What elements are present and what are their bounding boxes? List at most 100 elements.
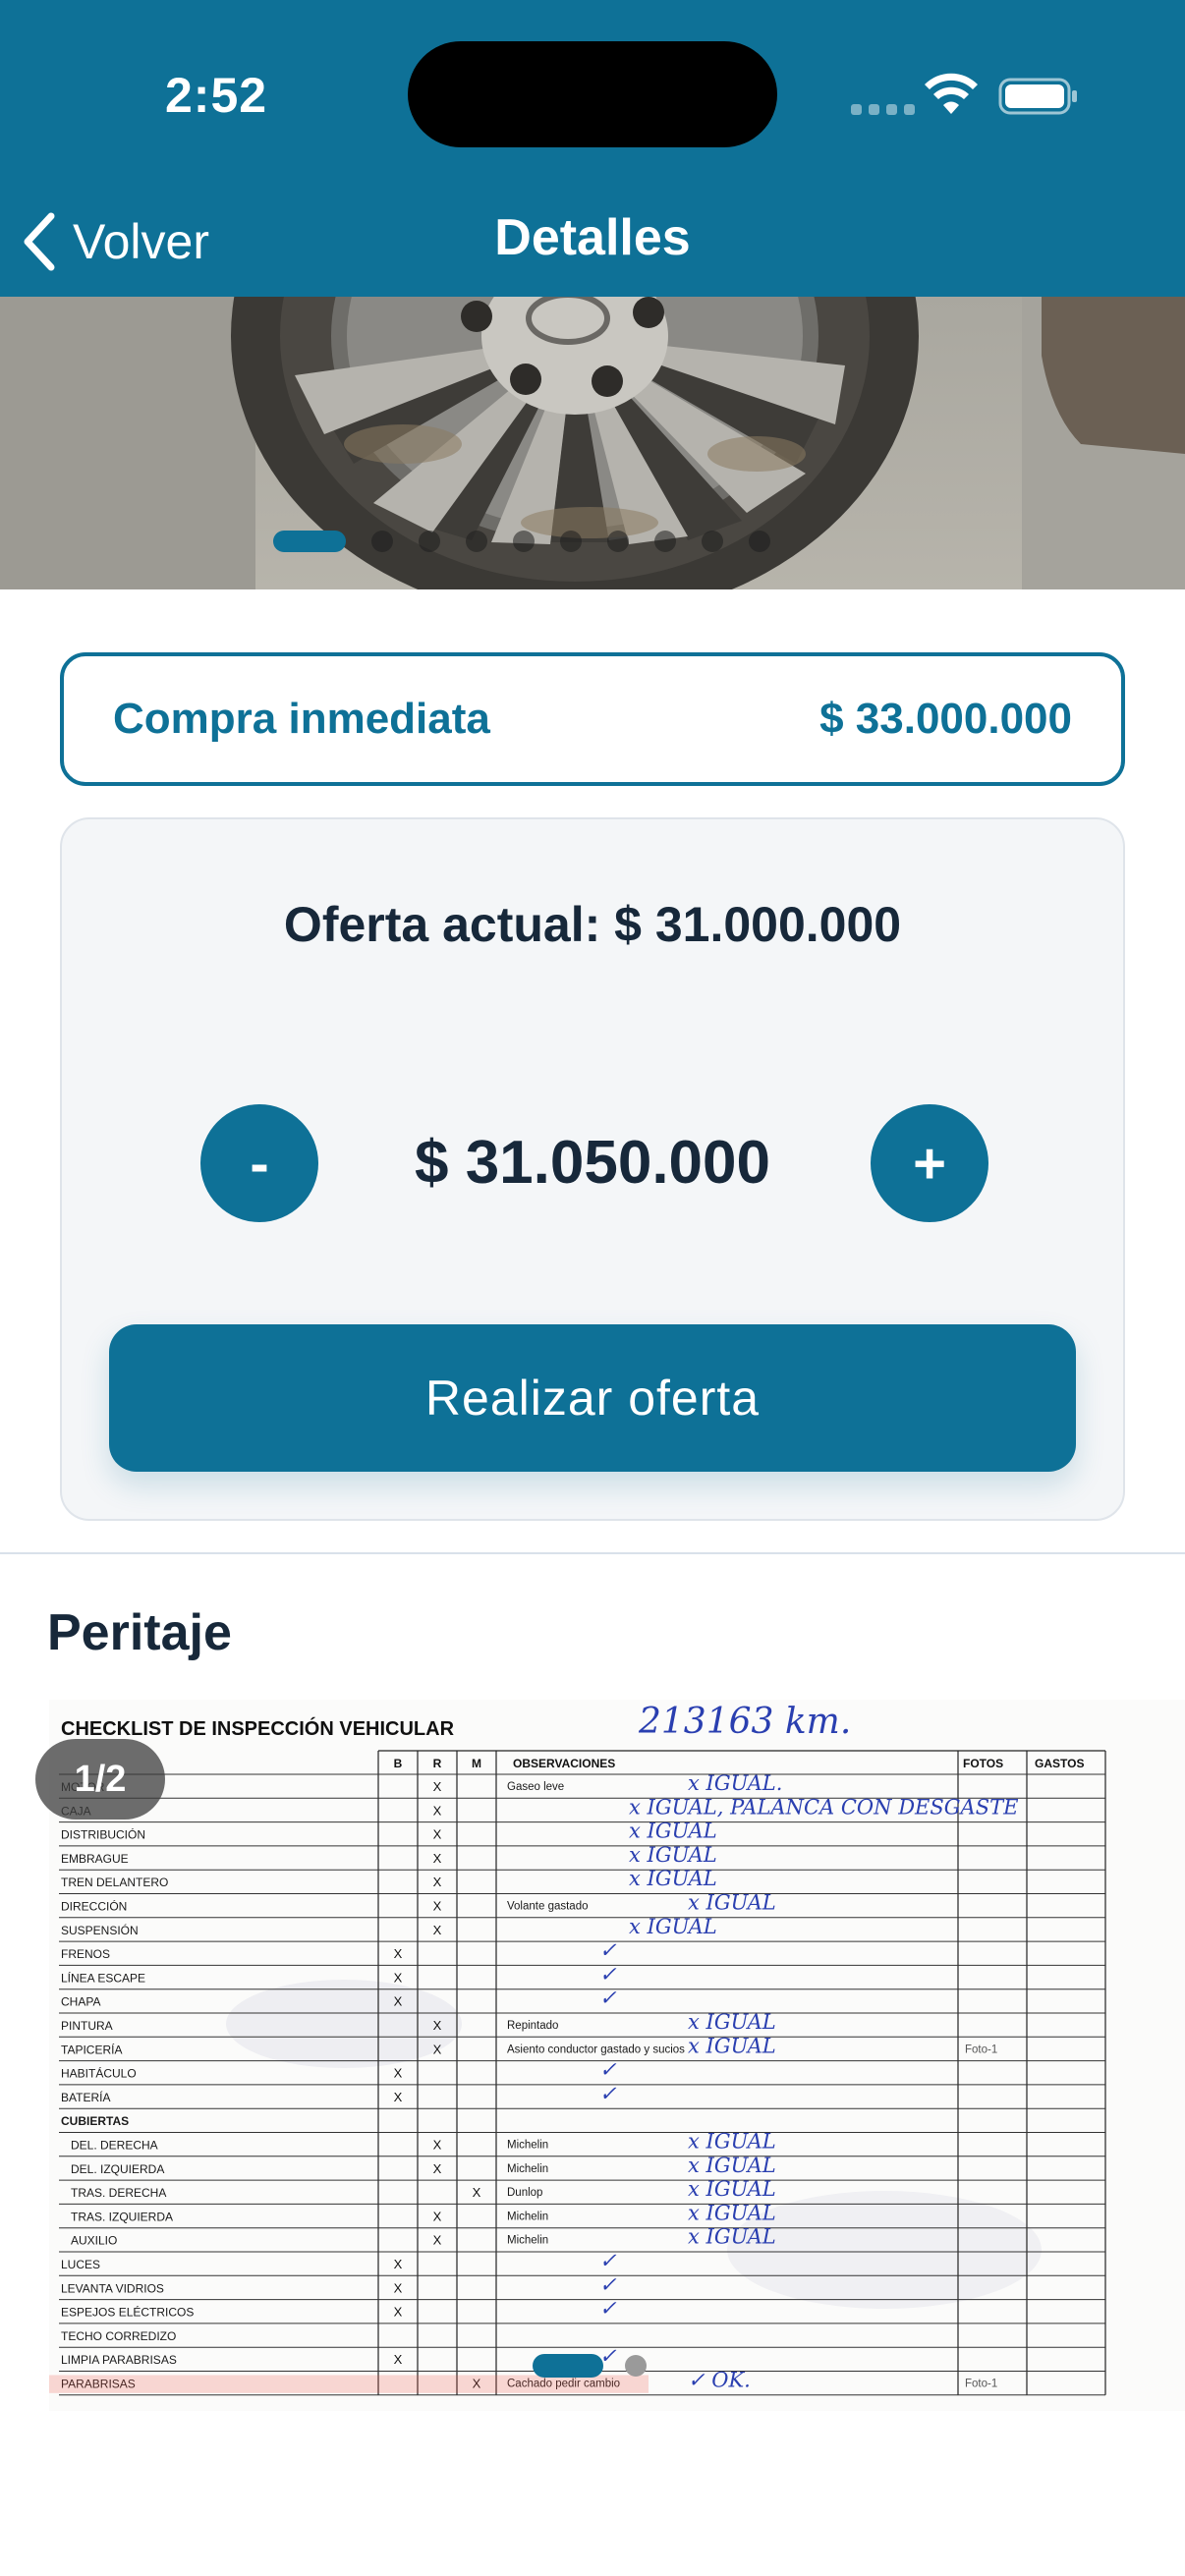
photo-carousel-indicator [273,531,770,552]
table-row-mark: X [394,2280,403,2295]
buy-now-button[interactable]: Compra inmediata $ 33.000.000 [60,652,1125,786]
table-row-mark: X [394,2090,403,2104]
table-row-item: FRENOS [61,1947,110,1961]
table-row-handwriting: ✓ [599,2082,617,2105]
peritaje-title: Peritaje [47,1604,232,1661]
carousel-dot[interactable] [560,531,582,552]
table-row-mark: X [433,1923,442,1937]
table-row-handwriting: x IGUAL [629,1820,717,1843]
table-row-mark: X [433,2233,442,2248]
table-row-observation: Dunlop [507,2187,542,2199]
table-row-item: CUBIERTAS [61,2114,129,2128]
table-row-handwriting: x IGUAL [688,2154,776,2177]
table-row-handwriting: ✓ [599,1962,617,1986]
table-row-handwriting: ✓ [599,2272,617,2296]
table-row-item: LEVANTA VIDRIOS [61,2281,164,2295]
page-title: Detalles [494,209,691,266]
table-header-cell: R [433,1757,442,1770]
table-row-item: DEL. DERECHA [71,2139,158,2153]
table-row-mark: X [394,2257,403,2271]
table-header-cell: FOTOS [963,1757,1003,1770]
table-row-handwriting: x IGUAL, PALANCA CON DESGASTE [629,1795,1018,1819]
carousel-dot[interactable] [702,531,723,552]
carousel-dot[interactable] [607,531,629,552]
inspection-checklist-scan: CHECKLIST DE INSPECCIÓN VEHICULAR 213163 … [49,1700,1185,2411]
table-row-handwriting: ✓ [599,2058,617,2082]
carousel-dot[interactable] [749,531,770,552]
table-row-mark: X [433,1875,442,1889]
table-row-observation: Repintado [507,2020,558,2032]
table-row-mark: X [433,1803,442,1818]
document-dot[interactable] [625,2355,647,2377]
wifi-icon [925,73,978,114]
table-row-handwriting: x IGUAL [688,2034,776,2057]
table-row-handwriting: ✓ [599,1987,617,2010]
table-row-handwriting: ✓ [599,2297,617,2321]
table-row-item: TAPICERÍA [61,2042,122,2056]
carousel-dot[interactable] [654,531,676,552]
screen: 2:52 Volver Detalles Compra inmediata $ … [0,0,1185,2576]
table-row-item: HABITÁCULO [61,2066,137,2081]
table-row-mark: X [433,2138,442,2153]
table-row-item: AUXILIO [71,2234,117,2248]
table-row-handwriting: x IGUAL [629,1867,717,1890]
table-row-handwriting: x IGUAL. [688,1771,782,1795]
table-row-handwriting: ✓ OK. [688,2369,751,2392]
table-row-observation: Asiento conductor gastado y sucios [507,2044,685,2055]
table-row-item: DEL. IZQUIERDA [71,2162,164,2176]
table-row-item: LIMPIA PARABRISAS [61,2353,177,2367]
table-row-mark: X [433,2018,442,2033]
table-row-item: DISTRIBUCIÓN [61,1827,145,1842]
table-header-cell: M [472,1757,481,1770]
table-row-handwriting: x IGUAL [629,1843,717,1867]
table-row-handwriting: ✓ [599,2249,617,2272]
table-row-item: TRAS. DERECHA [71,2186,166,2200]
table-row-mark: X [433,1779,442,1794]
table-row-mark: X [473,2185,481,2200]
table-row-observation: Michelin [507,2235,548,2247]
carousel-dot-active[interactable] [273,531,346,552]
handwritten-km: 213163 km. [638,1702,851,1742]
table-header-cell: OBSERVACIONES [513,1757,615,1770]
table-row-handwriting: x IGUAL [688,1891,776,1915]
table-row-item: EMBRAGUE [61,1852,129,1866]
table-row-observation: Gaseo leve [507,1781,564,1793]
highlight-mark [49,2375,649,2393]
table-row-mark: X [394,1970,403,1985]
table-row-mark: X [433,1827,442,1842]
table-row-item: CHAPA [61,1995,100,2009]
table-row-photo: Foto-1 [965,2044,997,2055]
status-time: 2:52 [165,68,268,123]
section-divider [0,1552,1185,1554]
table-row-mark: X [433,1851,442,1866]
carousel-dot[interactable] [513,531,535,552]
table-row-mark: X [433,2209,442,2223]
table-row-mark: X [394,2352,403,2367]
submit-offer-button[interactable]: Realizar oferta [109,1324,1076,1472]
buy-now-price: $ 33.000.000 [819,695,1072,743]
dynamic-island [408,41,777,147]
battery-icon [998,78,1077,115]
inspection-document-viewer[interactable]: CHECKLIST DE INSPECCIÓN VEHICULAR 213163 … [49,1700,1185,2411]
table-row-photo: Foto-1 [965,2379,997,2390]
table-row-observation: Michelin [507,2140,548,2152]
table-row-handwriting: x IGUAL [688,2010,776,2034]
table-row-handwriting: x IGUAL [688,2177,776,2201]
carousel-dot[interactable] [466,531,487,552]
table-row-handwriting: x IGUAL [629,1915,717,1938]
carousel-dot[interactable] [419,531,440,552]
carousel-dot[interactable] [371,531,393,552]
document-dot-active[interactable] [533,2354,603,2378]
increment-bid-button[interactable]: + [871,1104,988,1222]
table-row-observation: Volante gastado [507,1901,589,1913]
cellular-signal-icon [851,104,915,115]
table-row-handwriting: x IGUAL [688,2225,776,2249]
table-row-item: PINTURA [61,2019,113,2033]
table-row-mark: X [433,2042,442,2056]
table-row-handwriting: x IGUAL [688,2201,776,2224]
offer-card: Oferta actual: $ 31.000.000 - $ 31.050.0… [60,817,1125,1521]
table-row-mark: X [433,2161,442,2176]
table-row-item: TRAS. IZQUIERDA [71,2210,173,2223]
table-row-item: TREN DELANTERO [61,1876,168,1889]
document-heading: CHECKLIST DE INSPECCIÓN VEHICULAR [61,1716,455,1740]
